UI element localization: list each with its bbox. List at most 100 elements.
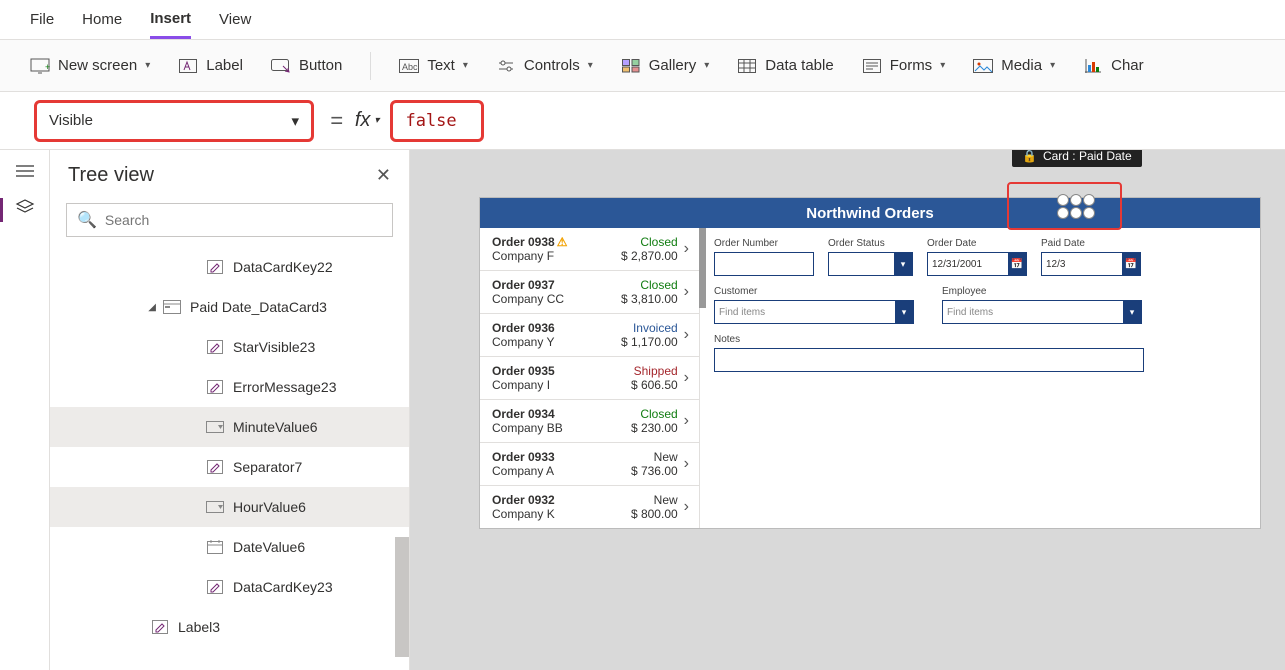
search-input[interactable] (105, 212, 382, 228)
order-item[interactable]: Order 0934Company BBClosed$ 230.00› (480, 400, 699, 443)
left-rail (0, 150, 50, 670)
pencil-icon (205, 339, 225, 355)
order-status: New (631, 493, 678, 507)
app-title: Northwind Orders (480, 198, 1260, 228)
order-status: Closed (631, 407, 678, 421)
chevron-down-icon: ▾ (895, 301, 913, 323)
order-item[interactable]: Order 0932Company KNew$ 800.00› (480, 486, 699, 528)
charts-icon (1083, 58, 1103, 74)
tab-home[interactable]: Home (82, 2, 122, 37)
tree-item[interactable]: Separator7 (50, 447, 409, 487)
tree-item[interactable]: HourValue6 (50, 487, 409, 527)
search-icon: 🔍 (77, 210, 97, 230)
tree-panel: Tree view ✕ 🔍 DataCardKey22◢Paid Date_Da… (50, 150, 410, 670)
new-screen-button[interactable]: + New screen ▾ (30, 57, 150, 74)
calendar-icon: 📅 (1122, 253, 1140, 275)
data-table-button[interactable]: Data table (737, 57, 833, 74)
property-dropdown[interactable]: Visible ▾ (34, 100, 314, 142)
pencil-icon (150, 619, 170, 635)
order-date-input[interactable]: 12/31/2001📅 (927, 252, 1027, 276)
chevron-right-icon: › (684, 498, 689, 516)
tab-file[interactable]: File (30, 2, 54, 37)
tree-title: Tree view (68, 164, 154, 187)
chevron-down-icon: ▾ (1123, 301, 1141, 323)
tree-item-label: MinuteValue6 (233, 419, 318, 435)
data-table-label: Data table (765, 57, 833, 74)
tree-item[interactable]: StarVisible23 (50, 327, 409, 367)
order-status: Closed (621, 278, 678, 292)
gallery-button[interactable]: Gallery ▾ (621, 57, 710, 74)
equals-sign: = (330, 108, 343, 134)
customer-dropdown[interactable]: Find items▾ (714, 300, 914, 324)
button-label: Button (299, 57, 342, 74)
caret-icon[interactable]: ◢ (122, 302, 162, 313)
svg-text:Abc: Abc (402, 62, 418, 72)
order-status-dropdown[interactable]: ▾ (828, 252, 913, 276)
order-number-label: Order Number (714, 238, 814, 249)
fx-button[interactable]: fx ▾ (355, 109, 380, 132)
svg-text:+: + (45, 62, 50, 72)
order-item[interactable]: Order 0937Company CCClosed$ 3,810.00› (480, 271, 699, 314)
tree-item[interactable]: DateValue6 (50, 527, 409, 567)
notes-input[interactable] (714, 348, 1144, 372)
button-button[interactable]: Button (271, 57, 342, 74)
order-status: Shipped (631, 364, 678, 378)
controls-button[interactable]: Controls ▾ (496, 57, 593, 74)
chevron-down-icon: ▾ (704, 60, 709, 71)
selection-handles[interactable] (1057, 194, 1095, 219)
fx-label: fx (355, 109, 371, 132)
dd-icon (205, 419, 225, 435)
order-amount: $ 736.00 (631, 464, 678, 478)
tree-item-label: DataCardKey23 (233, 579, 333, 595)
tree-item[interactable]: DataCardKey23 (50, 567, 409, 607)
hamburger-icon[interactable] (13, 162, 37, 180)
order-status: New (631, 450, 678, 464)
media-label: Media (1001, 57, 1042, 74)
controls-label: Controls (524, 57, 580, 74)
tree-item[interactable]: Label3 (50, 607, 409, 647)
order-item[interactable]: Order 0935Company IShipped$ 606.50› (480, 357, 699, 400)
forms-button[interactable]: Forms ▾ (862, 57, 946, 74)
pencil-icon (205, 259, 225, 275)
tree-item-label: HourValue6 (233, 499, 306, 515)
canvas[interactable]: Northwind Orders Order 0938⚠Company FClo… (410, 150, 1285, 670)
media-button[interactable]: Media ▾ (973, 57, 1055, 74)
paid-date-label: Paid Date (1041, 238, 1141, 249)
formula-input[interactable]: false (390, 100, 484, 142)
order-amount: $ 1,170.00 (621, 335, 678, 349)
pencil-icon (205, 379, 225, 395)
tree-item[interactable]: ◢Paid Date_DataCard3 (50, 287, 409, 327)
scrollbar-thumb[interactable] (395, 537, 409, 657)
new-screen-label: New screen (58, 57, 137, 74)
order-amount: $ 800.00 (631, 507, 678, 521)
gallery-icon (621, 58, 641, 74)
data-table-icon (737, 58, 757, 74)
order-gallery[interactable]: Order 0938⚠Company FClosed$ 2,870.00›Ord… (480, 228, 700, 528)
order-number: Order 0933 (492, 450, 631, 464)
employee-dropdown[interactable]: Find items▾ (942, 300, 1142, 324)
label-button[interactable]: Label (178, 57, 243, 74)
close-icon[interactable]: ✕ (376, 165, 391, 186)
tab-insert[interactable]: Insert (150, 1, 191, 39)
paid-date-input[interactable]: 12/3📅 (1041, 252, 1141, 276)
layers-icon[interactable] (13, 198, 37, 216)
order-item[interactable]: Order 0938⚠Company FClosed$ 2,870.00› (480, 228, 699, 271)
tab-view[interactable]: View (219, 2, 251, 37)
charts-button[interactable]: Char (1083, 57, 1144, 74)
tree-item[interactable]: MinuteValue6 (50, 407, 409, 447)
tree-search[interactable]: 🔍 (66, 203, 393, 237)
text-button[interactable]: Abc Text ▾ (399, 57, 468, 74)
chevron-right-icon: › (684, 283, 689, 301)
tree-item[interactable]: ErrorMessage23 (50, 367, 409, 407)
notes-label: Notes (714, 334, 1246, 345)
order-item[interactable]: Order 0933Company ANew$ 736.00› (480, 443, 699, 486)
property-value: Visible (49, 112, 93, 129)
order-number: Order 0936 (492, 321, 621, 335)
order-item[interactable]: Order 0936Company YInvoiced$ 1,170.00› (480, 314, 699, 357)
order-amount: $ 2,870.00 (621, 249, 678, 263)
card-icon (162, 299, 182, 315)
forms-label: Forms (890, 57, 933, 74)
selection-tag: 🔒 Card : Paid Date (1012, 150, 1142, 167)
tree-item[interactable]: DataCardKey22 (50, 247, 409, 287)
order-number-input[interactable] (714, 252, 814, 276)
